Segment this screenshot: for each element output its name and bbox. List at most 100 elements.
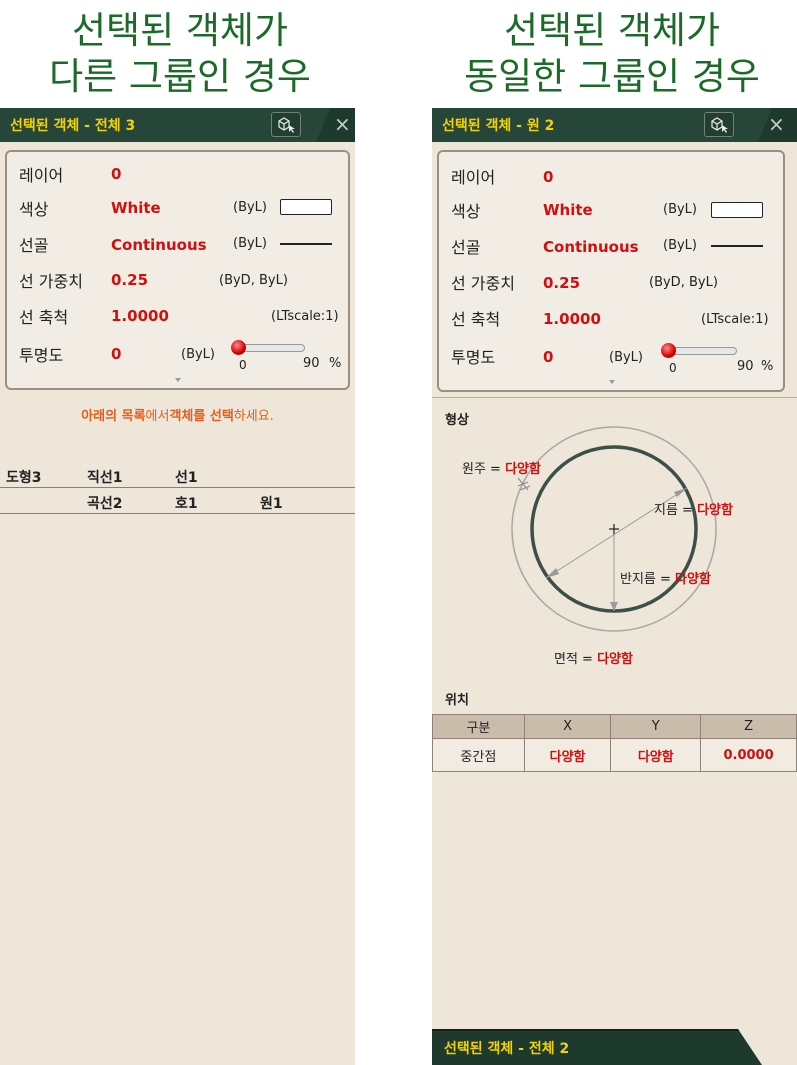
- lineweight-note: (ByD, ByL): [649, 275, 718, 290]
- right-panel-title: 선택된 객체 - 원 2: [442, 118, 555, 134]
- transparency-slider-knob[interactable]: [661, 343, 676, 358]
- expand-more-icon[interactable]: [609, 380, 615, 384]
- left-caption: 선택된 객체가 다른 그룹인 경우: [0, 8, 360, 100]
- transparency-slider[interactable]: [667, 347, 737, 355]
- instruction-part3: 객체를 선택: [169, 409, 234, 424]
- instruction-part4: 하세요.: [233, 409, 274, 424]
- area-readout: 면적 = 다양함: [554, 648, 633, 667]
- linetype-row[interactable]: 선골 Continuous (ByL): [439, 234, 783, 262]
- slider-max-label: 90: [303, 356, 320, 371]
- expand-more-icon[interactable]: [175, 378, 181, 382]
- left-panel-title: 선택된 객체 - 전체 3: [10, 118, 136, 134]
- group-item-segment[interactable]: 선1: [175, 467, 198, 487]
- select-cube-icon: [711, 117, 728, 133]
- slider-min-label: 0: [239, 358, 247, 372]
- layer-value[interactable]: 0: [111, 165, 121, 183]
- transparency-note: (ByL): [181, 347, 215, 362]
- right-titlebar: 선택된 객체 - 원 2 ×: [432, 108, 797, 142]
- linetype-label: 선골: [451, 238, 481, 257]
- transparency-value[interactable]: 0: [543, 348, 553, 366]
- linetype-note: (ByL): [233, 236, 267, 251]
- circumference-readout: 원주 = 다양함: [462, 458, 541, 477]
- select-instruction: 아래의 목록에서객체를 선택하세요.: [0, 405, 355, 424]
- select-objects-button[interactable]: [704, 112, 734, 137]
- group-item-arc[interactable]: 호1: [175, 493, 198, 513]
- left-caption-line1: 선택된 객체가: [71, 9, 288, 52]
- lineweight-value[interactable]: 0.25: [111, 271, 148, 289]
- position-header-x: X: [523, 714, 612, 739]
- linescale-note: (LTscale:1): [271, 309, 339, 324]
- color-value[interactable]: White: [111, 199, 161, 217]
- position-cell-y[interactable]: 다양함: [610, 738, 702, 772]
- linescale-label: 선 축척: [19, 308, 69, 327]
- color-label: 색상: [19, 200, 49, 219]
- right-properties-panel: 선택된 객체 - 원 2 × 레이어 0 색상 White (ByL) 선골 C…: [432, 108, 797, 1065]
- color-swatch[interactable]: [711, 202, 763, 218]
- color-row[interactable]: 색상 White (ByL): [7, 196, 348, 224]
- position-header-z: Z: [700, 714, 797, 739]
- linescale-row[interactable]: 선 축척 1.0000 (LTscale:1): [7, 304, 348, 332]
- position-header-type: 구분: [432, 714, 525, 739]
- group-bottom-divider: [0, 513, 355, 514]
- linetype-value[interactable]: Continuous: [543, 238, 639, 256]
- linetype-note: (ByL): [663, 238, 697, 253]
- linescale-value[interactable]: 1.0000: [543, 310, 601, 328]
- transparency-label: 투명도: [451, 348, 496, 367]
- select-objects-button[interactable]: [271, 112, 301, 137]
- bottom-selection-title: 선택된 객체 - 전체 2: [444, 1041, 570, 1057]
- layer-value[interactable]: 0: [543, 168, 553, 186]
- area-label: 면적 =: [554, 652, 593, 667]
- color-label: 색상: [451, 202, 481, 221]
- transparency-row[interactable]: 투명도 0 (ByL) 0 90 %: [439, 343, 783, 375]
- slider-min-label: 0: [669, 361, 677, 375]
- group-item-circle[interactable]: 원1: [260, 493, 283, 513]
- layer-label: 레이어: [451, 168, 496, 187]
- color-swatch[interactable]: [280, 199, 332, 215]
- group-item-line[interactable]: 직선1: [87, 467, 123, 487]
- color-note: (ByL): [663, 202, 697, 217]
- linescale-row[interactable]: 선 축척 1.0000 (LTscale:1): [439, 306, 783, 334]
- position-header-y: Y: [610, 714, 702, 739]
- linetype-value[interactable]: Continuous: [111, 236, 207, 254]
- group-total[interactable]: 도형3: [6, 467, 42, 487]
- color-value[interactable]: White: [543, 201, 593, 219]
- lineweight-row[interactable]: 선 가중치 0.25 (ByD, ByL): [7, 268, 348, 296]
- instruction-part1: 아래의 목록: [81, 409, 146, 424]
- lineweight-row[interactable]: 선 가중치 0.25 (ByD, ByL): [439, 270, 783, 298]
- circle-diagram: [511, 426, 717, 632]
- linetype-row[interactable]: 선골 Continuous (ByL): [7, 232, 348, 260]
- lineweight-label: 선 가중치: [451, 274, 515, 293]
- radius-value: 다양함: [675, 572, 711, 587]
- linescale-note: (LTscale:1): [701, 312, 769, 327]
- position-cell-x[interactable]: 다양함: [523, 738, 612, 772]
- transparency-row[interactable]: 투명도 0 (ByL) 0 90 %: [7, 340, 348, 372]
- transparency-slider-knob[interactable]: [231, 340, 246, 355]
- transparency-value[interactable]: 0: [111, 345, 121, 363]
- position-header-row: 구분 X Y Z: [432, 714, 797, 739]
- position-cell-type: 중간점: [432, 738, 525, 772]
- left-caption-line2: 다른 그룹인 경우: [49, 55, 311, 98]
- close-icon[interactable]: ×: [768, 112, 785, 136]
- lineweight-label: 선 가중치: [19, 272, 83, 291]
- right-caption-line2: 동일한 그룹인 경우: [464, 55, 760, 98]
- layer-row[interactable]: 레이어 0: [439, 164, 783, 192]
- layer-row[interactable]: 레이어 0: [7, 162, 348, 190]
- circumference-value: 다양함: [505, 462, 541, 477]
- right-caption: 선택된 객체가 동일한 그룹인 경우: [432, 8, 792, 100]
- section-divider: [432, 397, 797, 398]
- lineweight-value[interactable]: 0.25: [543, 274, 580, 292]
- radius-label: 반지름 =: [620, 572, 671, 587]
- transparency-label: 투명도: [19, 346, 64, 365]
- left-titlebar: 선택된 객체 - 전체 3 ×: [0, 108, 355, 142]
- close-icon[interactable]: ×: [334, 112, 351, 136]
- color-note: (ByL): [233, 200, 267, 215]
- area-value: 다양함: [597, 652, 633, 667]
- linescale-value[interactable]: 1.0000: [111, 307, 169, 325]
- slider-max-label: 90: [737, 359, 754, 374]
- bottom-selection-bar: 선택된 객체 - 전체 2: [432, 1029, 797, 1065]
- position-cell-z[interactable]: 0.0000: [700, 738, 797, 772]
- group-item-curve[interactable]: 곡선2: [87, 493, 123, 513]
- right-properties-box: 레이어 0 색상 White (ByL) 선골 Continuous (ByL)…: [437, 150, 785, 392]
- diameter-arrow-end: [674, 488, 687, 497]
- color-row[interactable]: 색상 White (ByL): [439, 198, 783, 226]
